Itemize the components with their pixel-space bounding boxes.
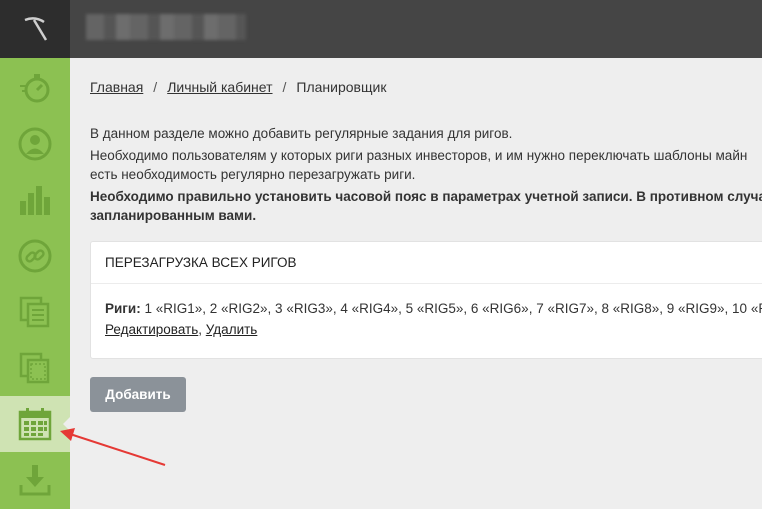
blurred-site-title	[86, 14, 246, 40]
breadcrumb: Главная / Личный кабинет / Планировщик	[90, 79, 386, 95]
edit-link[interactable]: Редактировать	[105, 322, 198, 337]
bar-chart-icon	[20, 186, 50, 215]
sidebar-item-copy[interactable]	[0, 284, 70, 340]
logo[interactable]	[0, 0, 70, 58]
actions-separator: ,	[198, 322, 206, 337]
sidebar-item-scheduler[interactable]	[0, 396, 71, 452]
intro-line: Необходимо пользователям у которых риги …	[90, 148, 748, 163]
rigs-value: 1 «RIG1», 2 «RIG2», 3 «RIG3», 4 «RIG4», …	[140, 301, 762, 316]
sidebar-item-stopwatch[interactable]	[0, 60, 70, 116]
add-button[interactable]: Добавить	[90, 377, 186, 412]
main-content: Главная / Личный кабинет / Планировщик В дан…	[70, 58, 762, 509]
breadcrumb-account[interactable]: Личный кабинет	[167, 79, 272, 95]
sidebar	[0, 58, 71, 509]
intro-line: В данном разделе можно добавить регулярн…	[90, 126, 513, 141]
calendar-icon	[18, 408, 52, 441]
breadcrumb-home[interactable]: Главная	[90, 79, 143, 95]
task-body: Риги: 1 «RIG1», 2 «RIG2», 3 «RIG3», 4 «R…	[91, 284, 762, 354]
download-icon	[19, 465, 51, 496]
task-card: ПЕРЕЗАГРУЗКА ВСЕХ РИГОВ Риги: 1 «RIG1», …	[90, 241, 762, 359]
user-icon	[18, 127, 52, 161]
breadcrumb-separator: /	[153, 79, 158, 95]
sidebar-item-stats[interactable]	[0, 172, 70, 228]
sidebar-item-download[interactable]	[0, 452, 70, 508]
sidebar-item-templates[interactable]	[0, 340, 70, 396]
delete-link[interactable]: Удалить	[206, 322, 258, 337]
task-actions: Редактировать, Удалить	[105, 319, 762, 340]
stopwatch-icon	[20, 74, 50, 103]
breadcrumb-current: Планировщик	[296, 79, 387, 95]
top-bar	[0, 0, 762, 58]
link-icon	[18, 239, 52, 273]
copy-icon	[19, 296, 50, 328]
intro-line: есть необходимость регулярно перезагружа…	[90, 167, 416, 182]
task-title: ПЕРЕЗАГРУЗКА ВСЕХ РИГОВ	[91, 242, 762, 284]
breadcrumb-separator: /	[282, 79, 287, 95]
intro-text: В данном разделе можно добавить регулярн…	[90, 124, 762, 225]
copy-alt-icon	[19, 352, 50, 384]
intro-warning: Необходимо правильно установить часовой …	[90, 189, 762, 204]
task-rigs: Риги: 1 «RIG1», 2 «RIG2», 3 «RIG3», 4 «R…	[105, 298, 762, 319]
rigs-label: Риги:	[105, 301, 141, 316]
sidebar-item-profile[interactable]	[0, 116, 70, 172]
sidebar-item-links[interactable]	[0, 228, 70, 284]
pickaxe-icon	[24, 17, 48, 41]
intro-warning: запланированным вами.	[90, 208, 257, 223]
